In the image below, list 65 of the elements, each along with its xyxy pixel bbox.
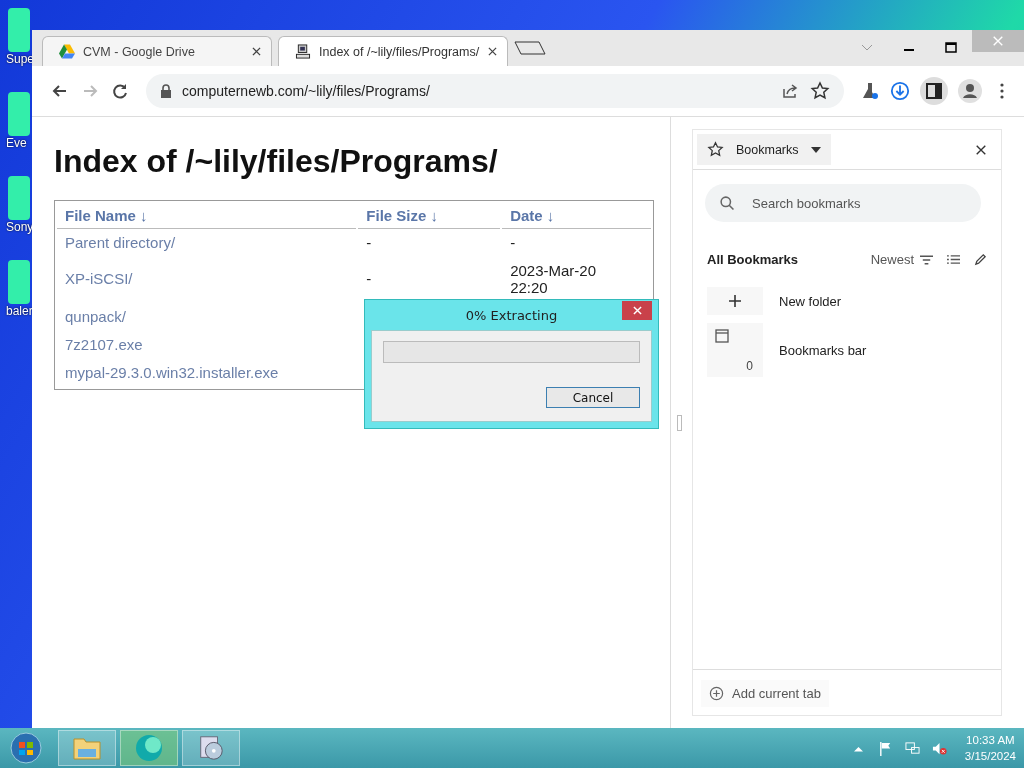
desktop-icon-label: baler	[6, 304, 33, 318]
plus-icon	[707, 287, 763, 315]
search-bar[interactable]: Search bookmarks	[705, 184, 981, 222]
folder-icon	[72, 735, 102, 761]
start-button[interactable]	[10, 732, 42, 764]
desktop-icon-label: Eve	[6, 136, 27, 150]
flask-icon[interactable]	[860, 81, 880, 101]
side-panel-icon	[926, 83, 942, 99]
star-icon	[707, 141, 724, 158]
lock-icon	[160, 84, 172, 98]
flag-icon[interactable]	[877, 740, 893, 756]
download-icon[interactable]	[890, 81, 910, 101]
search-icon	[719, 194, 736, 212]
table-cell: -	[366, 270, 372, 287]
sort-icon	[920, 254, 933, 265]
bookmark-item[interactable]: New folder	[693, 283, 1001, 319]
close-tab-icon[interactable]	[252, 47, 261, 56]
app-logo-icon	[134, 733, 164, 763]
sort-button[interactable]: Newest	[870, 252, 933, 267]
dropdown-caret-icon	[810, 146, 821, 153]
column-header[interactable]: File Name ↓	[65, 207, 148, 224]
close-tab-icon[interactable]	[488, 47, 497, 56]
disc-icon	[197, 734, 225, 762]
file-link[interactable]: Parent directory/	[65, 234, 176, 251]
profile-icon[interactable]	[958, 79, 982, 103]
folder-thumbnail: 0	[707, 323, 763, 377]
page-heading: Index of /~lily/files/Programs/	[54, 143, 499, 180]
browser-tab[interactable]: Index of /~lily/files/Programs/	[278, 36, 508, 66]
desktop-icon-label: Sony	[6, 220, 34, 234]
table-cell-text: 2023-Mar-20 22:20	[510, 262, 598, 296]
close-icon	[992, 35, 1004, 47]
side-panel-button[interactable]	[920, 77, 948, 105]
address-bar[interactable]: computernewb.com/~lily/files/Programs/	[146, 74, 844, 108]
section-title: All Bookmarks	[707, 252, 799, 267]
column-header[interactable]: Date ↓	[510, 207, 555, 224]
add-circle-icon	[709, 686, 724, 701]
close-button[interactable]	[622, 301, 652, 320]
add-current-tab-button[interactable]: Add current tab	[701, 680, 829, 707]
cancel-button[interactable]: Cancel	[546, 387, 640, 408]
star-icon[interactable]	[810, 81, 830, 101]
share-icon[interactable]	[780, 81, 800, 101]
file-link[interactable]: mypal-29.3.0.win32.installer.exe	[65, 364, 279, 381]
column-header[interactable]: File Size ↓	[366, 207, 439, 224]
computer-icon	[295, 44, 311, 59]
file-link[interactable]: qunpack/	[65, 308, 126, 325]
file-link[interactable]: 7z2107.exe	[65, 336, 143, 353]
bookmark-item[interactable]: 0 Bookmarks bar	[693, 319, 1001, 381]
browser-tab[interactable]: CVM - Google Drive	[42, 36, 272, 66]
list-view-icon[interactable]	[947, 253, 960, 266]
resize-handle[interactable]	[677, 414, 682, 431]
panel-selector[interactable]: Bookmarks	[697, 134, 831, 165]
close-icon[interactable]	[975, 143, 987, 156]
search-field[interactable]: Search bookmarks	[750, 194, 967, 212]
drive-icon	[59, 44, 75, 59]
dialog-title: 0% Extracting	[465, 307, 558, 323]
table-cell-text: -	[510, 234, 517, 251]
close-icon	[632, 306, 642, 315]
file-link[interactable]: XP-iSCSI/	[65, 270, 133, 287]
maximize-icon[interactable]	[944, 41, 958, 55]
volume-muted-icon[interactable]	[931, 740, 947, 756]
table-cell: -	[366, 234, 372, 251]
disc-taskbar-button[interactable]	[182, 730, 240, 766]
edit-icon[interactable]	[974, 253, 987, 266]
network-icon[interactable]	[904, 740, 920, 756]
new-tab-icon[interactable]	[514, 41, 546, 55]
